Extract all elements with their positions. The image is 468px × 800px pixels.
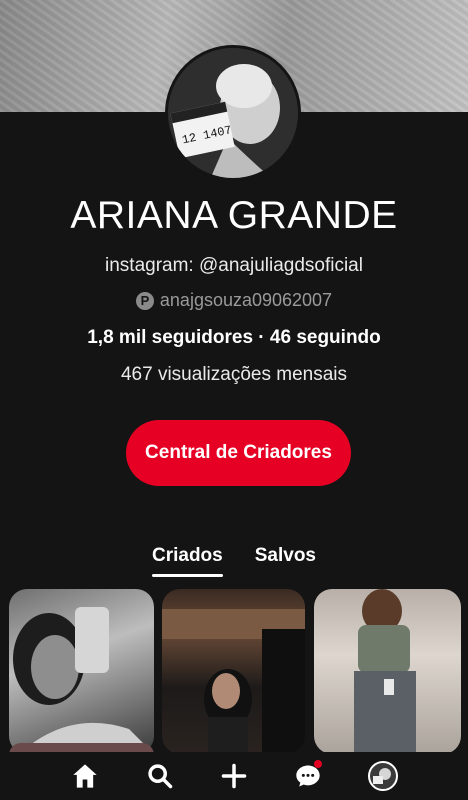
pins-grid xyxy=(9,589,461,754)
nav-home[interactable] xyxy=(65,756,105,796)
plus-icon xyxy=(221,763,247,789)
pin-image xyxy=(13,607,154,754)
search-icon xyxy=(147,764,172,789)
pinterest-handle: anajgsouza09062007 xyxy=(159,290,333,310)
pin-card[interactable] xyxy=(9,589,154,754)
nav-create[interactable] xyxy=(214,756,254,796)
profile-bio: instagram: @anajuliagdsoficial xyxy=(105,255,363,276)
creator-hub-button[interactable]: Central de Criadores xyxy=(126,420,351,486)
pin-image xyxy=(162,609,305,754)
pin-card[interactable] xyxy=(314,589,461,754)
tab-saved[interactable]: Salvos xyxy=(255,545,316,577)
nav-messages[interactable] xyxy=(288,756,328,796)
pinterest-icon: P xyxy=(135,291,154,310)
avatar-photo: 12 1407 xyxy=(168,48,298,178)
profile-name: ARIANA GRANDE xyxy=(70,194,398,237)
profile-avatar[interactable]: 12 1407 xyxy=(165,45,301,181)
profile-tabs: Criados Salvos xyxy=(0,545,468,577)
pinterest-handle-row: P anajgsouza09062007 xyxy=(0,290,468,311)
tab-created[interactable]: Criados xyxy=(151,545,223,577)
monthly-views: 467 visualizações mensais xyxy=(120,364,347,385)
profile-avatar-icon xyxy=(367,761,398,791)
pin-card[interactable] xyxy=(162,589,305,754)
nav-search[interactable] xyxy=(140,756,180,796)
nav-profile[interactable] xyxy=(363,756,403,796)
bottom-nav xyxy=(0,752,468,800)
follow-stats[interactable]: 1,8 mil seguidores · 46 seguindo xyxy=(0,327,468,349)
pin-image xyxy=(354,589,416,754)
home-icon xyxy=(73,764,97,788)
